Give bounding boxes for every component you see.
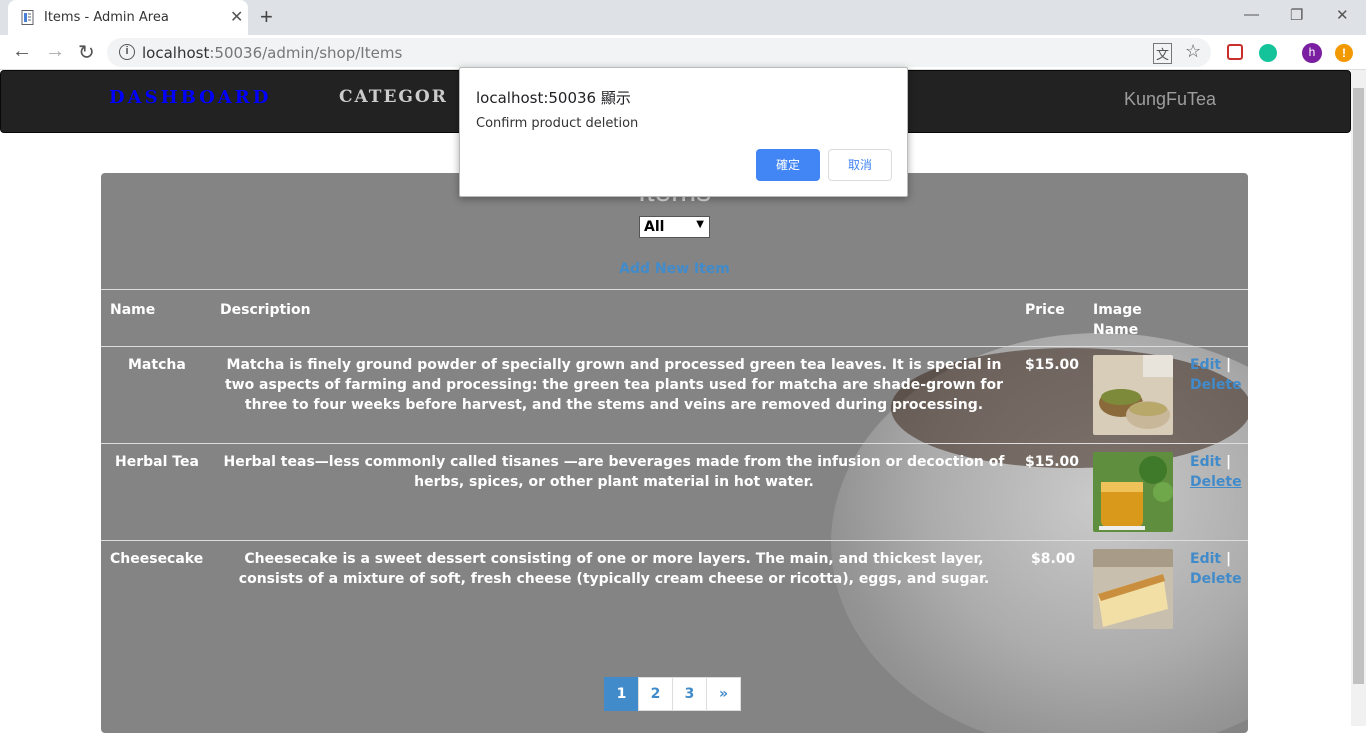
- header-description: Description: [220, 302, 311, 318]
- row-actions: Edit | Delete: [1190, 452, 1242, 492]
- category-filter-select[interactable]: All ▼: [639, 216, 710, 238]
- delete-link[interactable]: Delete: [1190, 474, 1242, 490]
- divider: [101, 540, 1248, 541]
- back-icon[interactable]: ←: [12, 40, 32, 63]
- item-name: Matcha: [128, 357, 186, 373]
- row-actions: Edit | Delete: [1190, 549, 1242, 589]
- header-name: Name: [110, 302, 156, 318]
- address-bar[interactable]: i localhost:50036/admin/shop/Items 文 ☆: [107, 38, 1211, 67]
- translate-icon[interactable]: 文: [1153, 43, 1173, 64]
- forward-icon[interactable]: →: [45, 40, 65, 63]
- url-text[interactable]: localhost:50036/admin/shop/Items: [142, 44, 402, 62]
- browser-tab[interactable]: Items - Admin Area ✕: [8, 0, 248, 35]
- edit-link[interactable]: Edit: [1190, 551, 1221, 567]
- divider: [101, 346, 1248, 347]
- row-actions: Edit | Delete: [1190, 355, 1242, 395]
- item-description: Cheesecake is a sweet dessert consisting…: [238, 551, 990, 587]
- minimize-button[interactable]: —: [1244, 6, 1259, 23]
- pocket-extension-icon[interactable]: [1227, 44, 1243, 60]
- dialog-title: localhost:50036 顯示: [476, 89, 631, 107]
- cancel-button[interactable]: 取消: [828, 149, 892, 181]
- header-image-line1: Image: [1093, 302, 1142, 318]
- item-price: $15.00: [1025, 454, 1080, 470]
- header-price: Price: [1025, 302, 1065, 318]
- items-panel: Items All ▼ Add New Item Name Descriptio…: [101, 173, 1248, 733]
- url-path: :50036/admin/shop/Items: [209, 44, 403, 62]
- delete-link[interactable]: Delete: [1190, 571, 1242, 587]
- herbal-tea-image: [1093, 452, 1173, 532]
- header-image-name: Image Name: [1093, 300, 1142, 340]
- reload-icon[interactable]: ↻: [78, 40, 95, 65]
- url-host: localhost: [142, 44, 210, 62]
- item-price: $15.00: [1025, 357, 1080, 373]
- pagination: 1 2 3 »: [604, 677, 741, 711]
- next-page-button[interactable]: »: [706, 677, 741, 711]
- new-tab-button[interactable]: +: [260, 4, 273, 30]
- nav-dashboard-link[interactable]: DASHBOARD: [109, 87, 271, 108]
- bookmark-star-icon[interactable]: ☆: [1185, 41, 1201, 62]
- matcha-image: [1093, 355, 1173, 435]
- close-window-button[interactable]: ✕: [1336, 6, 1349, 24]
- brand-link[interactable]: KungFuTea: [1124, 89, 1216, 110]
- dropdown-arrow-icon: ▼: [696, 219, 704, 230]
- edit-link[interactable]: Edit: [1190, 357, 1221, 373]
- tab-close-icon[interactable]: ✕: [230, 7, 243, 27]
- divider: [101, 289, 1248, 290]
- item-description: Herbal teas—less commonly called tisanes…: [223, 454, 1005, 490]
- header-image-line2: Name: [1093, 322, 1139, 338]
- add-new-item-text[interactable]: Add New Item: [619, 261, 730, 277]
- confirm-dialog: localhost:50036 顯示 Confirm product delet…: [459, 67, 908, 197]
- nav-categories-link[interactable]: CATEGOR: [339, 87, 448, 107]
- item-description: Matcha is finely ground powder of specia…: [224, 357, 1004, 413]
- item-name: Cheesecake: [110, 551, 204, 567]
- filter-selected-value: All: [644, 219, 665, 235]
- browser-toolbar: ← → ↻ i localhost:50036/admin/shop/Items…: [0, 35, 1366, 70]
- action-separator: |: [1225, 357, 1232, 373]
- page-2-button[interactable]: 2: [638, 677, 673, 711]
- grammarly-extension-icon[interactable]: [1259, 44, 1277, 62]
- edit-link[interactable]: Edit: [1190, 454, 1221, 470]
- tab-title: Items - Admin Area: [44, 10, 169, 25]
- document-icon: [21, 10, 34, 25]
- item-price: $8.00: [1031, 551, 1076, 567]
- cheesecake-image: [1093, 549, 1173, 629]
- delete-link[interactable]: Delete: [1190, 377, 1242, 393]
- dialog-message: Confirm product deletion: [476, 116, 639, 131]
- page-1-button[interactable]: 1: [604, 677, 639, 711]
- info-icon[interactable]: i: [119, 44, 135, 60]
- restore-button[interactable]: ❐: [1290, 6, 1303, 24]
- action-separator: |: [1225, 551, 1232, 567]
- action-separator: |: [1225, 454, 1232, 470]
- vertical-scrollbar[interactable]: [1351, 70, 1366, 726]
- update-alert-icon[interactable]: !: [1335, 44, 1353, 62]
- tab-bar: Items - Admin Area ✕ + — ❐ ✕: [0, 0, 1366, 35]
- add-new-item-link: Add New Item: [101, 261, 1248, 277]
- scrollbar-thumb[interactable]: [1353, 88, 1364, 684]
- ok-button[interactable]: 確定: [756, 149, 820, 181]
- profile-avatar[interactable]: h: [1302, 43, 1322, 63]
- divider: [101, 443, 1248, 444]
- item-name: Herbal Tea: [115, 454, 199, 470]
- page-3-button[interactable]: 3: [672, 677, 707, 711]
